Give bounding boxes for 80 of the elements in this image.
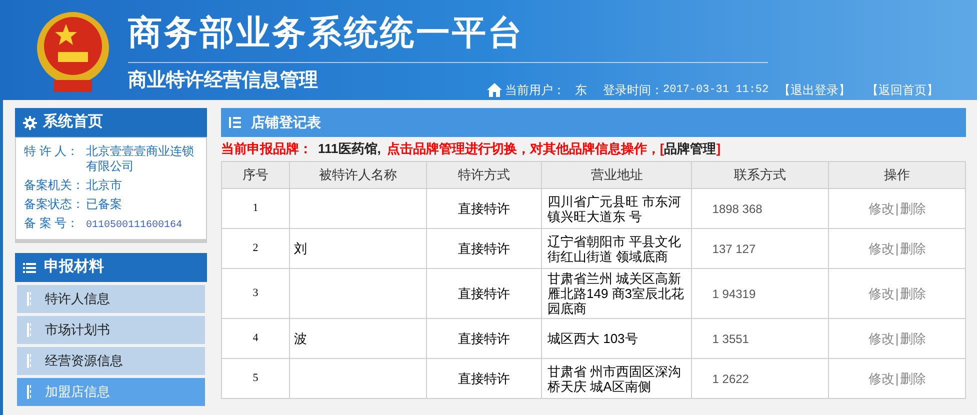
- separator: |: [895, 330, 899, 346]
- table-cell: 四川省广元县旺 市东河镇兴旺大道东 号: [542, 188, 692, 228]
- separator: |: [895, 370, 899, 386]
- column-header: 特许方式: [426, 162, 542, 188]
- home-link[interactable]: 【返回首页】: [866, 81, 939, 99]
- table-cell: 1898 368: [692, 188, 829, 228]
- table-cell: 直接特许: [426, 358, 542, 398]
- login-time: 2017-03-31 11:52: [663, 82, 769, 98]
- home-icon: [487, 83, 502, 97]
- platform-title: 商务部业务系统统一平台: [128, 13, 525, 54]
- info-label: 备 案 号：: [24, 216, 80, 232]
- info-value: 已备案: [86, 197, 122, 212]
- drag-handle-icon: [27, 323, 31, 337]
- drag-handle-icon: [27, 385, 31, 399]
- sidebar-item[interactable]: 经营资源信息: [17, 347, 205, 375]
- switch-hint: 点击品牌管理进行切换，对其他品牌信息操作，[: [386, 140, 664, 158]
- brand-name: 111医药馆,: [318, 140, 381, 158]
- table-cell: 5: [222, 358, 290, 398]
- info-value: 北京壹壹壹商业连锁有限公司: [86, 144, 195, 174]
- sidebar-item[interactable]: 特许人信息: [17, 285, 205, 313]
- brand-management-link[interactable]: 品牌管理: [664, 139, 716, 159]
- sidebar-item[interactable]: 加盟店信息: [17, 378, 205, 406]
- info-label: 特 许 人：: [24, 144, 80, 160]
- table-cell: 1 2622: [692, 358, 829, 398]
- table-cell: 甘肃省 州市西固区深沟桥天庆 城A区南侧: [542, 358, 692, 398]
- login-time-label: 登录时间：: [603, 82, 663, 99]
- table-cell: 直接特许: [426, 188, 542, 228]
- column-header: 联系方式: [692, 162, 829, 188]
- separator: |: [895, 200, 899, 216]
- info-value: 0110500111600164: [86, 219, 182, 233]
- column-header: 被特许人名称: [289, 162, 426, 188]
- edit-link[interactable]: 修改: [868, 240, 894, 256]
- list-icon: [229, 117, 241, 128]
- table-cell: 直接特许: [426, 268, 542, 318]
- delete-link[interactable]: 删除: [900, 370, 926, 386]
- table-cell: 137 127: [692, 228, 829, 268]
- column-header: 操作: [828, 162, 966, 188]
- drag-handle-icon: [27, 354, 31, 368]
- materials-panel-title: 申报材料: [44, 257, 104, 278]
- table-cell: 3: [222, 268, 290, 318]
- separator: |: [895, 240, 899, 256]
- separator: |: [895, 286, 899, 301]
- table-cell: 直接特许: [426, 318, 542, 358]
- table-cell: 刘: [289, 228, 426, 268]
- table-cell: 4: [222, 318, 290, 358]
- drag-handle-icon: [27, 292, 31, 306]
- table-cell: 城区西大 103号: [542, 318, 692, 358]
- edit-link[interactable]: 修改: [868, 370, 894, 386]
- table-cell: 1: [222, 188, 290, 228]
- delete-link[interactable]: 删除: [900, 240, 926, 256]
- delete-link[interactable]: 删除: [900, 286, 926, 301]
- delete-link[interactable]: 删除: [900, 330, 926, 346]
- table-cell: 甘肃省兰州 城关区高新雁北路149 商3室辰北花园底商: [542, 268, 692, 318]
- bracket-text: ]: [716, 140, 721, 158]
- sidebar-item[interactable]: 市场计划书: [17, 316, 205, 344]
- info-label: 备案状态：: [24, 197, 85, 212]
- table-cell: 1 94319: [692, 268, 829, 318]
- store-table-title: 店铺登记表: [251, 113, 321, 132]
- table-cell: 直接特许: [426, 228, 542, 268]
- module-subtitle: 商业特许经营信息管理: [128, 68, 318, 93]
- column-header: 序号: [222, 162, 290, 188]
- delete-link[interactable]: 删除: [900, 200, 926, 216]
- gear-icon: [23, 116, 37, 130]
- table-cell: 2: [222, 228, 290, 268]
- column-header: 营业地址: [542, 162, 692, 188]
- info-label: 备案机关：: [24, 178, 85, 193]
- brand-label: 当前申报品牌：: [221, 140, 312, 158]
- home-panel-title: 系统首页: [43, 112, 103, 132]
- edit-link[interactable]: 修改: [868, 200, 894, 216]
- table-cell: 1 3551: [692, 318, 829, 358]
- list-icon: [23, 262, 36, 272]
- logout-link[interactable]: 【退出登录】: [778, 81, 851, 99]
- edit-link[interactable]: 修改: [868, 330, 894, 346]
- table-cell: 波: [289, 318, 426, 358]
- table-cell: 辽宁省朝阳市 平县文化街红山街道 领域底商: [542, 228, 692, 268]
- info-value: 北京市: [86, 178, 122, 193]
- edit-link[interactable]: 修改: [868, 286, 894, 301]
- emblem-icon: [36, 10, 110, 94]
- current-user-label: 当前用户：: [505, 82, 565, 99]
- current-user-name: 东: [575, 82, 587, 99]
